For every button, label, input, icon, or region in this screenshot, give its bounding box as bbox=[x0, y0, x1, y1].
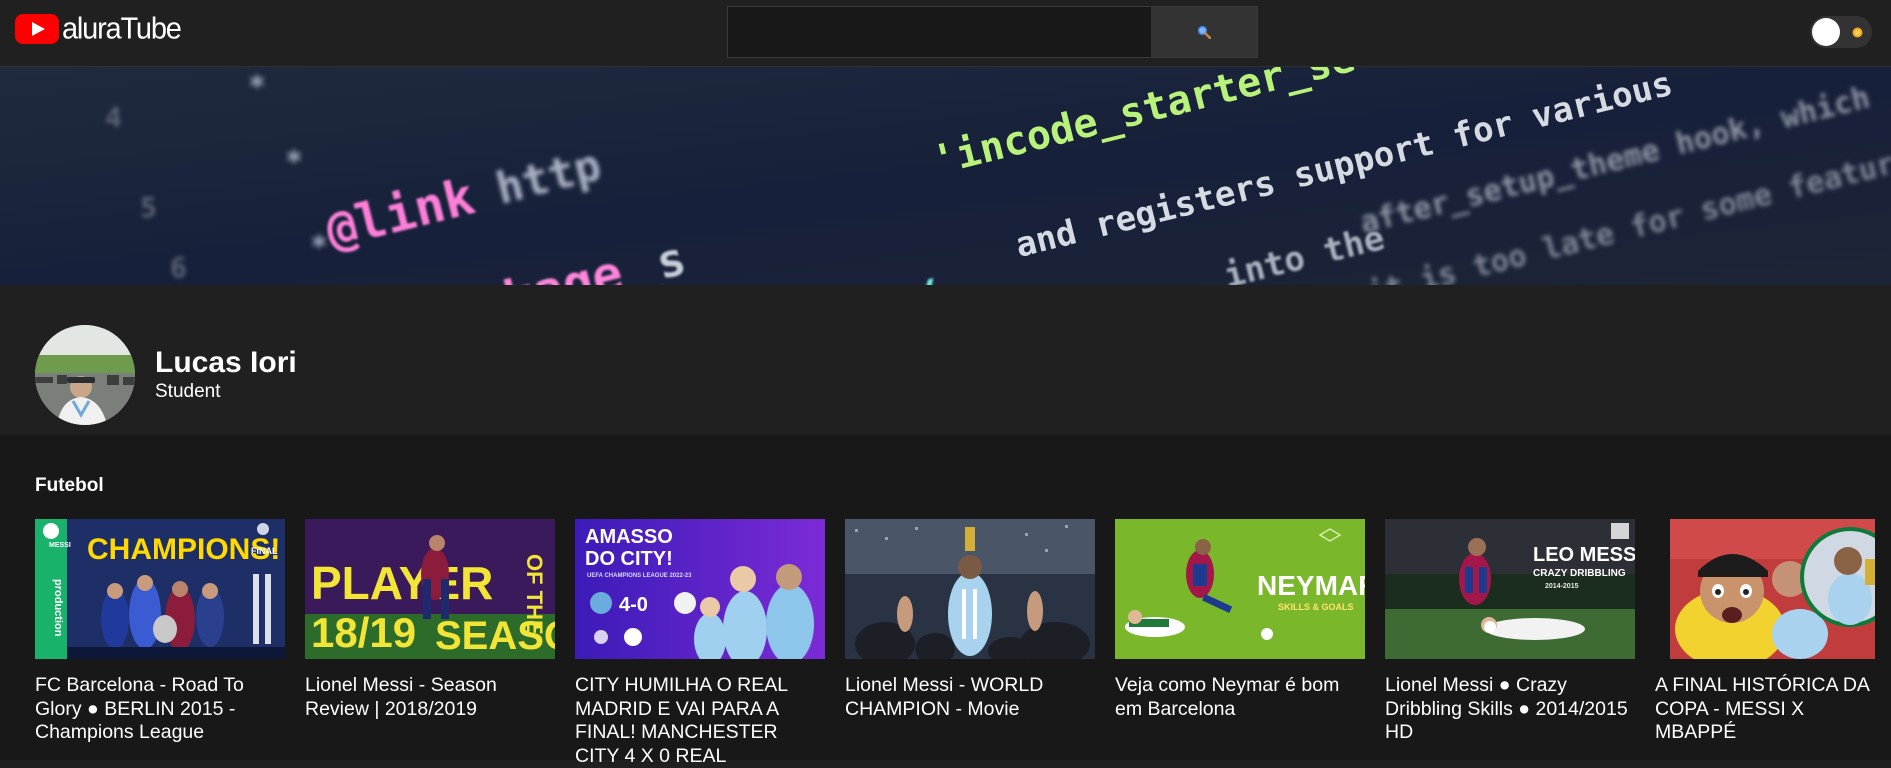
top-bar: aluraTube bbox=[0, 0, 1891, 67]
section-title: Futebol bbox=[35, 475, 104, 496]
magnifier-icon bbox=[1197, 25, 1211, 39]
svg-text:6: 6 bbox=[170, 251, 187, 284]
theme-toggle[interactable] bbox=[1810, 16, 1872, 48]
channel-name: Lucas Iori bbox=[155, 346, 297, 379]
svg-text:DO CITY!: DO CITY! bbox=[585, 548, 673, 570]
video-title[interactable]: Lionel Messi ● Crazy Dribbling Skills ● … bbox=[1385, 674, 1635, 745]
play-button-icon bbox=[15, 14, 59, 44]
video-title[interactable]: CITY HUMILHA O REAL MADRID E VAI PARA A … bbox=[575, 674, 825, 768]
sun-icon bbox=[1852, 27, 1863, 38]
toggle-knob bbox=[1812, 18, 1840, 46]
search-button[interactable] bbox=[1151, 7, 1257, 57]
video-thumbnail[interactable]: AMASSO DO CITY! UEFA CHAMPIONS LEAGUE 20… bbox=[575, 519, 825, 659]
video-thumbnail[interactable]: NEYMAR SKILLS & GOALS bbox=[1115, 519, 1365, 659]
video-title[interactable]: Veja como Neymar é bom em Barcelona bbox=[1115, 674, 1365, 721]
video-card[interactable]: Lionel Messi - WORLD CHAMPION - Movie bbox=[845, 519, 1095, 721]
video-thumbnail[interactable]: PLAYER 18/19 SEASON OF THE bbox=[305, 519, 555, 659]
svg-text:4-0: 4-0 bbox=[619, 594, 648, 616]
banner-code-image: * * * 4 5 6 @link http @package _s exist… bbox=[0, 67, 1891, 285]
svg-text:NEYMAR: NEYMAR bbox=[1257, 570, 1365, 601]
svg-text:AMASSO: AMASSO bbox=[585, 526, 673, 548]
svg-text:SKILLS & GOALS: SKILLS & GOALS bbox=[1278, 602, 1354, 612]
video-title[interactable]: FC Barcelona - Road To Glory ● BERLIN 20… bbox=[35, 674, 285, 745]
channel-profile: Lucas Iori Student bbox=[0, 285, 1891, 435]
playlist-section: Futebol MESSI production CHAMPIONS! FINA… bbox=[0, 435, 1891, 767]
svg-text:LEO MESSI: LEO MESSI bbox=[1533, 544, 1635, 566]
svg-text:OF THE: OF THE bbox=[522, 554, 547, 635]
search-bar bbox=[727, 6, 1258, 58]
video-thumbnail[interactable] bbox=[1655, 519, 1875, 659]
svg-text:UEFA CHAMPIONS LEAGUE 2022-23: UEFA CHAMPIONS LEAGUE 2022-23 bbox=[587, 573, 692, 579]
video-card[interactable]: PLAYER 18/19 SEASON OF THE Lionel Messi … bbox=[305, 519, 555, 721]
channel-role: Student bbox=[155, 381, 221, 402]
svg-text:PLAYER: PLAYER bbox=[311, 557, 493, 609]
svg-text:18/19: 18/19 bbox=[311, 609, 416, 656]
video-title[interactable]: Lionel Messi - WORLD CHAMPION - Movie bbox=[845, 674, 1095, 721]
video-card[interactable]: A FINAL HISTÓRICA DA COPA - MESSI X MBAP… bbox=[1655, 519, 1875, 745]
video-thumbnail[interactable]: LEO MESSI CRAZY DRIBBLING 2014-2015 bbox=[1385, 519, 1635, 659]
video-list: MESSI production CHAMPIONS! FINAL FC Bar… bbox=[35, 519, 1891, 767]
video-thumbnail[interactable] bbox=[845, 519, 1095, 659]
video-title[interactable]: A FINAL HISTÓRICA DA COPA - MESSI X MBAP… bbox=[1655, 674, 1875, 745]
channel-banner: * * * 4 5 6 @link http @package _s exist… bbox=[0, 67, 1891, 285]
svg-text:MESSI: MESSI bbox=[49, 542, 71, 549]
svg-text:CRAZY DRIBBLING: CRAZY DRIBBLING bbox=[1533, 568, 1626, 579]
video-card[interactable]: NEYMAR SKILLS & GOALS Veja como Neymar é… bbox=[1115, 519, 1365, 721]
video-thumbnail[interactable]: MESSI production CHAMPIONS! FINAL bbox=[35, 519, 285, 659]
svg-text:production: production bbox=[52, 579, 64, 637]
svg-text:2014-2015: 2014-2015 bbox=[1545, 583, 1579, 590]
video-card[interactable]: LEO MESSI CRAZY DRIBBLING 2014-2015 Lion… bbox=[1385, 519, 1635, 745]
search-input[interactable] bbox=[728, 7, 1151, 57]
svg-text:*: * bbox=[248, 70, 266, 105]
logo-text: aluraTube bbox=[62, 11, 182, 46]
video-card[interactable]: AMASSO DO CITY! UEFA CHAMPIONS LEAGUE 20… bbox=[575, 519, 825, 768]
svg-text:FINAL: FINAL bbox=[251, 546, 278, 556]
video-title[interactable]: Lionel Messi - Season Review | 2018/2019 bbox=[305, 674, 555, 721]
avatar[interactable] bbox=[35, 325, 135, 425]
svg-text:4: 4 bbox=[105, 101, 122, 134]
svg-text:5: 5 bbox=[140, 191, 157, 224]
svg-text:*: * bbox=[310, 230, 328, 265]
logo[interactable]: aluraTube bbox=[15, 11, 182, 46]
video-card[interactable]: MESSI production CHAMPIONS! FINAL FC Bar… bbox=[35, 519, 285, 745]
avatar-photo bbox=[35, 325, 135, 425]
svg-text:*: * bbox=[285, 145, 303, 180]
